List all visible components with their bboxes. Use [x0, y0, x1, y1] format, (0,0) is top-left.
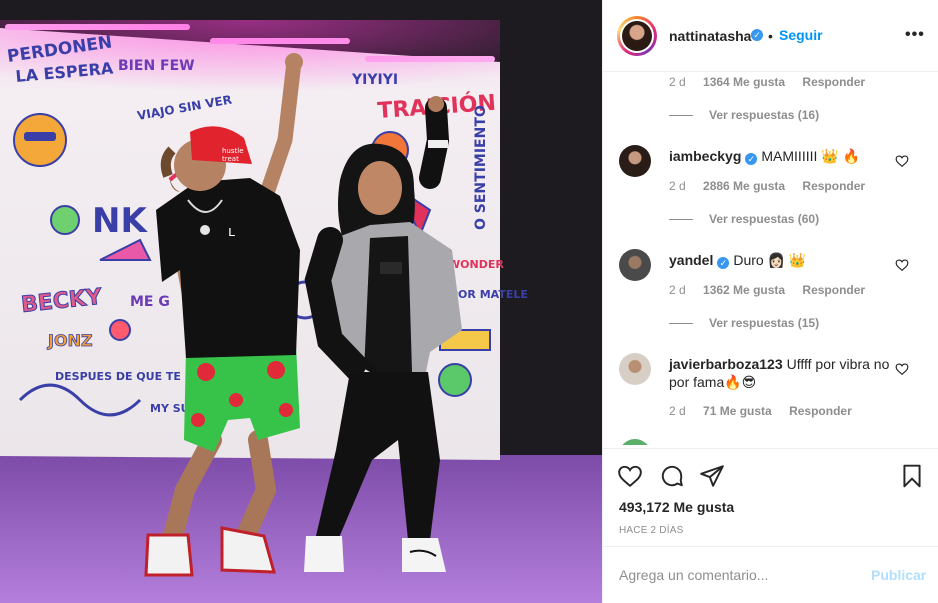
post-sidebar: nattinatasha ✓ • Seguir ••• 2 d 1364 Me …	[602, 0, 938, 603]
author-username[interactable]: nattinatasha	[669, 28, 751, 44]
comment-body: Duro 👩🏻 👑	[733, 252, 807, 268]
replies-divider-line	[669, 323, 693, 325]
comment-likes[interactable]: 71 Me gusta	[703, 404, 772, 418]
comment-text: yandel ✓ Duro 👩🏻 👑	[669, 251, 891, 269]
bookmark-icon[interactable]	[899, 463, 925, 489]
view-replies-label: Ver respuestas (15)	[709, 316, 820, 330]
heart-icon[interactable]	[617, 463, 643, 489]
reply-button[interactable]: Responder	[802, 179, 865, 193]
comment-meta: 2 d 1364 Me gusta Responder	[669, 75, 879, 89]
comment-likes[interactable]: 1364 Me gusta	[703, 75, 785, 89]
comment-input[interactable]	[619, 565, 859, 585]
svg-text:O SENTIMIENTO: O SENTIMIENTO	[473, 105, 489, 230]
comment-like-heart-icon[interactable]	[895, 362, 909, 376]
add-comment-bar: Publicar	[603, 546, 938, 603]
post-actions: 493,172 Me gusta HACE 2 DÍAS	[603, 448, 938, 546]
comment-meta: 2 d 1362 Me gusta Responder	[669, 283, 879, 297]
comment-likes[interactable]: 2886 Me gusta	[703, 179, 785, 193]
more-options-icon[interactable]: •••	[905, 26, 925, 44]
stage-floor	[0, 455, 602, 603]
share-icon[interactable]	[699, 463, 725, 489]
likes-count[interactable]: 493,172 Me gusta	[619, 499, 734, 515]
reply-button[interactable]: Responder	[789, 404, 852, 418]
reply-button[interactable]: Responder	[802, 75, 865, 89]
commenter-avatar[interactable]	[619, 353, 651, 385]
view-replies-button[interactable]: Ver respuestas (15)	[669, 316, 819, 330]
comment-meta: 2 d 71 Me gusta Responder	[669, 404, 866, 418]
follow-button[interactable]: Seguir	[779, 27, 823, 43]
separator-dot: •	[768, 28, 773, 44]
post-header: nattinatasha ✓ • Seguir •••	[603, 0, 938, 72]
replies-divider-line	[669, 219, 693, 221]
svg-text:JONZ: JONZ	[47, 331, 93, 350]
svg-text:treat: treat	[222, 155, 239, 163]
verified-badge-icon: ✓	[717, 257, 730, 269]
svg-text:WONDER: WONDER	[448, 258, 504, 271]
author-avatar[interactable]	[617, 16, 657, 56]
comment-age: 2 d	[669, 75, 686, 89]
verified-badge-icon: ✓	[751, 29, 763, 41]
comment-like-heart-icon[interactable]	[895, 258, 909, 272]
svg-text:hustle: hustle	[222, 147, 244, 155]
svg-text:YIYIYI: YIYIYI	[351, 72, 398, 88]
svg-text:BIEN FEW: BIEN FEW	[118, 58, 195, 74]
svg-text:NK: NK	[92, 201, 148, 241]
comment-age: 2 d	[669, 404, 686, 418]
comments-list[interactable]: 2 d 1364 Me gusta Responder Ver respuest…	[603, 73, 938, 445]
comment-like-heart-icon[interactable]	[895, 154, 909, 168]
commenter-username[interactable]: javierbarboza123	[669, 356, 783, 372]
commenter-avatar[interactable]	[619, 145, 651, 177]
commenter-username[interactable]: yandel	[669, 252, 713, 268]
reply-button[interactable]: Responder	[802, 283, 865, 297]
view-replies-button[interactable]: Ver respuestas (60)	[669, 212, 819, 226]
replies-divider-line	[669, 115, 693, 117]
comment-icon[interactable]	[659, 463, 685, 489]
comment-likes[interactable]: 1362 Me gusta	[703, 283, 785, 297]
view-replies-label: Ver respuestas (16)	[709, 108, 820, 122]
svg-text:ME G: ME G	[130, 294, 170, 310]
comment-age: 2 d	[669, 179, 686, 193]
comment-text: javierbarboza123 Uffff por vibra no por f…	[669, 355, 891, 391]
post-photo-illustration: PERDONEN LA ESPERA BIEN FEW VIAJO SIN VE…	[0, 0, 602, 603]
post-photo[interactable]: PERDONEN LA ESPERA BIEN FEW VIAJO SIN VE…	[0, 0, 602, 603]
commenter-username[interactable]: iambeckyg	[669, 148, 741, 164]
commenter-avatar[interactable]	[619, 439, 651, 445]
post-timestamp[interactable]: HACE 2 DÍAS	[619, 525, 683, 536]
comment-age: 2 d	[669, 283, 686, 297]
verified-badge-icon: ✓	[745, 153, 758, 165]
comment-body: MAMIIIIII 👑 🔥	[761, 148, 861, 164]
svg-text:ʟ: ʟ	[228, 224, 235, 240]
commenter-avatar[interactable]	[619, 249, 651, 281]
view-replies-label: Ver respuestas (60)	[709, 212, 820, 226]
comment-text: iambeckyg ✓ MAMIIIIII 👑 🔥	[669, 147, 891, 165]
publish-button[interactable]: Publicar	[871, 567, 926, 583]
svg-text:POR MATELE: POR MATELE	[450, 288, 528, 301]
view-replies-button[interactable]: Ver respuestas (16)	[669, 108, 819, 122]
comment-meta: 2 d 2886 Me gusta Responder	[669, 179, 879, 193]
